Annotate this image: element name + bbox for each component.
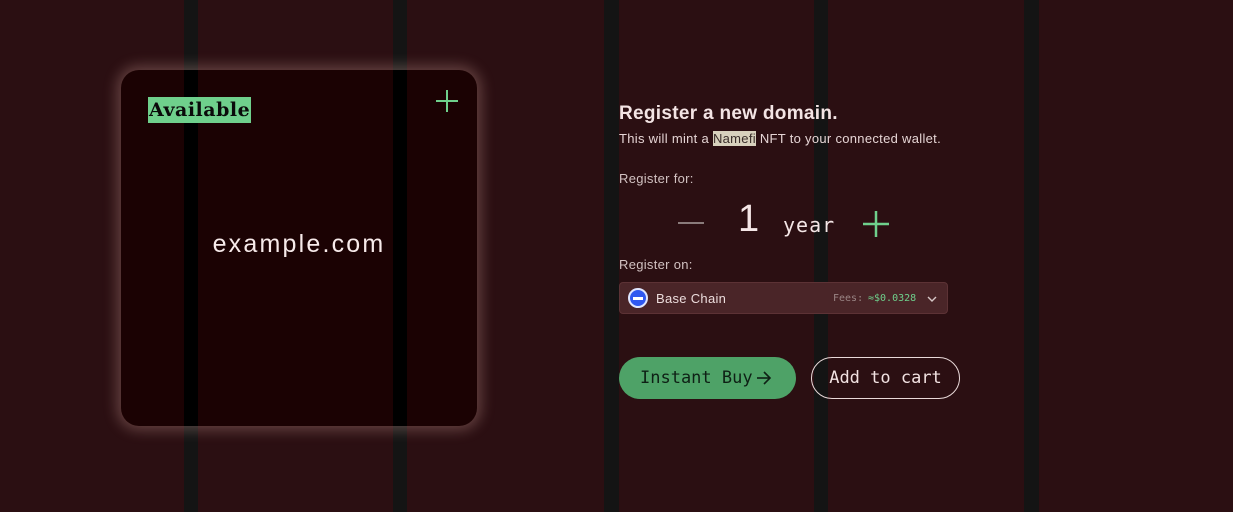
- background-stripe: [1024, 0, 1039, 512]
- subtitle-text: NFT to your connected wallet.: [755, 131, 942, 146]
- arrow-right-icon: [757, 371, 772, 385]
- domain-name: example.com: [212, 230, 386, 258]
- chain-select[interactable]: Base Chain Fees: ≈$0.0328: [619, 282, 948, 314]
- domain-card: Available example.com: [121, 70, 477, 426]
- instant-buy-button[interactable]: Instant Buy: [619, 357, 796, 399]
- background-stripe: [814, 0, 828, 512]
- year-count: 1: [738, 198, 760, 240]
- fees-label: Fees:: [833, 293, 864, 304]
- add-to-cart-button[interactable]: Add to cart: [811, 357, 960, 399]
- availability-badge: Available: [148, 97, 252, 123]
- register-on-label: Register on:: [619, 257, 693, 272]
- instant-buy-label: Instant Buy: [640, 368, 753, 388]
- background-stripe: [604, 0, 619, 512]
- minus-icon[interactable]: [678, 222, 704, 224]
- register-for-label: Register for:: [619, 171, 694, 186]
- plus-icon[interactable]: [862, 210, 890, 238]
- subtitle-text: This will mint a: [619, 131, 713, 146]
- base-chain-icon: [628, 288, 648, 308]
- fees-value: ≈$0.0328: [868, 293, 917, 304]
- year-unit: year: [783, 213, 836, 237]
- brand-highlight: Namefi: [712, 131, 756, 146]
- chain-name: Base Chain: [656, 291, 727, 306]
- plus-icon[interactable]: [435, 89, 459, 113]
- subtitle: This will mint a Namefi NFT to your conn…: [619, 131, 941, 146]
- page-title: Register a new domain.: [619, 103, 838, 124]
- chevron-down-icon: [927, 296, 937, 302]
